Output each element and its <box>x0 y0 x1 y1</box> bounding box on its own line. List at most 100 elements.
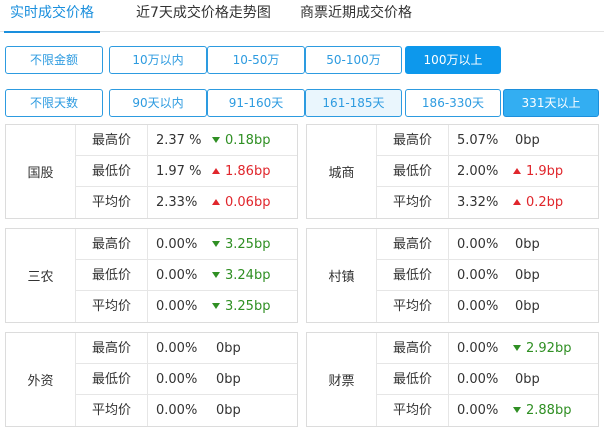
tab-label: 商票近期成交价格 <box>300 5 412 21</box>
price-value: 0.00% <box>457 403 499 418</box>
days-filter-any[interactable]: 不限天数 <box>5 89 103 117</box>
price-row-label: 最低价 <box>76 156 148 186</box>
amount-filter-under-100k[interactable]: 10万以内 <box>109 46 207 74</box>
price-row: 最高价 0.00% 0bp <box>76 333 297 364</box>
price-row: 最低价 2.00% 1.9bp <box>377 156 598 187</box>
price-value: 0.00% <box>457 237 499 252</box>
price-row: 平均价 3.32% 0.2bp <box>377 187 598 218</box>
price-change: 0bp <box>216 364 241 395</box>
price-change-text: 0.2bp <box>526 195 564 210</box>
price-row: 平均价 0.00% 0bp <box>377 291 598 322</box>
price-value: 0.00% <box>156 299 198 314</box>
bank-type-label: 城商 <box>307 125 377 218</box>
price-row-label: 最高价 <box>377 125 449 155</box>
price-row-label: 平均价 <box>377 395 449 426</box>
price-row-label: 最低价 <box>377 364 449 394</box>
price-row: 平均价 2.33% 0.06bp <box>76 187 297 218</box>
bank-type-label: 村镇 <box>307 229 377 322</box>
tab-realtime-price[interactable]: 实时成交价格 <box>4 0 100 33</box>
price-change-text: 0.18bp <box>225 133 271 148</box>
price-row: 最高价 0.00% 3.25bp <box>76 229 297 260</box>
price-card: 外资 最高价 0.00% 0bp 最低价 0.00% 0bp 平均价 0.00% 0bp <box>5 332 298 427</box>
price-card: 三农 最高价 0.00% 3.25bp 最低价 0.00% 3.24bp 平均价 0.00% 3.… <box>5 228 298 323</box>
days-filter-186-330[interactable]: 186-330天 <box>405 89 501 117</box>
triangle-down-icon <box>212 271 220 278</box>
price-change-text: 0bp <box>216 341 241 356</box>
bank-type-label: 三农 <box>6 229 76 322</box>
amount-filter-500k-1m[interactable]: 50-100万 <box>305 46 402 74</box>
days-filter-161-185[interactable]: 161-185天 <box>305 89 402 117</box>
price-change-text: 1.9bp <box>526 164 564 179</box>
bank-type-label: 国股 <box>6 125 76 218</box>
price-row: 最低价 1.97 % 1.86bp <box>76 156 297 187</box>
price-value: 0.00% <box>156 403 198 418</box>
price-card: 国股 最高价 2.37 % 0.18bp 最低价 1.97 % 1.86bp 平均价 2.33%… <box>5 124 298 219</box>
price-value: 0.00% <box>156 372 198 387</box>
price-change: 2.88bp <box>513 395 571 426</box>
tab-bar: 实时成交价格 近7天成交价格走势图 商票近期成交价格 <box>0 0 604 33</box>
triangle-up-icon <box>513 167 521 174</box>
price-change-text: 0bp <box>515 299 540 314</box>
price-value: 0.00% <box>156 341 198 356</box>
price-row: 最高价 5.07% 0bp <box>377 125 598 156</box>
price-row-label: 最低价 <box>377 156 449 186</box>
amount-filter-over-1m[interactable]: 100万以上 <box>405 46 501 74</box>
triangle-down-icon <box>212 240 220 247</box>
amount-filter-100k-500k[interactable]: 10-50万 <box>207 46 305 74</box>
price-change-text: 0bp <box>216 403 241 418</box>
tab-label: 实时成交价格 <box>10 5 94 21</box>
price-change: 0bp <box>216 333 241 364</box>
price-row: 平均价 0.00% 3.25bp <box>76 291 297 322</box>
price-change-text: 1.86bp <box>225 164 271 179</box>
price-change: 0bp <box>515 291 540 322</box>
price-change-text: 2.92bp <box>526 341 572 356</box>
days-filter-over-331[interactable]: 331天以上 <box>503 89 599 117</box>
price-row-label: 平均价 <box>76 395 148 426</box>
price-change: 2.92bp <box>513 333 571 364</box>
price-change: 0.2bp <box>513 187 563 218</box>
price-value: 1.97 % <box>156 164 202 179</box>
triangle-up-icon <box>212 167 220 174</box>
price-change-text: 0bp <box>515 133 540 148</box>
days-filter-under-90[interactable]: 90天以内 <box>109 89 207 117</box>
price-change: 0.18bp <box>212 125 270 156</box>
price-card: 村镇 最高价 0.00% 0bp 最低价 0.00% 0bp 平均价 0.00% 0bp <box>306 228 599 323</box>
amount-filter-any[interactable]: 不限金额 <box>5 46 103 74</box>
triangle-up-icon <box>212 198 220 205</box>
price-value: 0.00% <box>156 268 198 283</box>
price-value: 0.00% <box>457 268 499 283</box>
price-change-text: 2.88bp <box>526 403 572 418</box>
price-row-label: 平均价 <box>377 187 449 218</box>
price-change-text: 3.25bp <box>225 299 271 314</box>
price-change-text: 0bp <box>515 268 540 283</box>
tab-7day-trend[interactable]: 近7天成交价格走势图 <box>136 0 271 32</box>
price-value: 5.07% <box>457 133 499 148</box>
price-value: 0.00% <box>156 237 198 252</box>
triangle-down-icon <box>212 302 220 309</box>
price-value: 0.00% <box>457 299 499 314</box>
price-change: 0bp <box>515 229 540 260</box>
price-change: 0bp <box>515 125 540 156</box>
price-row-label: 最低价 <box>76 260 148 290</box>
days-filter-91-160[interactable]: 91-160天 <box>207 89 305 117</box>
price-change-text: 0.06bp <box>225 195 271 210</box>
price-value: 3.32% <box>457 195 499 210</box>
price-row-label: 最低价 <box>377 260 449 290</box>
price-row-label: 最高价 <box>76 229 148 259</box>
price-change-text: 3.24bp <box>225 268 271 283</box>
triangle-down-icon <box>513 344 521 351</box>
price-change: 0bp <box>515 364 540 395</box>
price-value: 2.33% <box>156 195 198 210</box>
price-row-label: 平均价 <box>76 291 148 322</box>
price-row: 最低价 0.00% 0bp <box>377 260 598 291</box>
price-value: 0.00% <box>457 372 499 387</box>
price-row: 最高价 0.00% 0bp <box>377 229 598 260</box>
triangle-down-icon <box>212 136 220 143</box>
price-row-label: 平均价 <box>76 187 148 218</box>
price-row-label: 最高价 <box>76 333 148 363</box>
price-card: 城商 最高价 5.07% 0bp 最低价 2.00% 1.9bp 平均价 3.32% 0.2bp <box>306 124 599 219</box>
price-row: 最低价 0.00% 0bp <box>76 364 297 395</box>
price-change: 0bp <box>216 395 241 426</box>
tab-commercial-bill-price[interactable]: 商票近期成交价格 <box>300 0 412 32</box>
price-row: 最低价 0.00% 3.24bp <box>76 260 297 291</box>
